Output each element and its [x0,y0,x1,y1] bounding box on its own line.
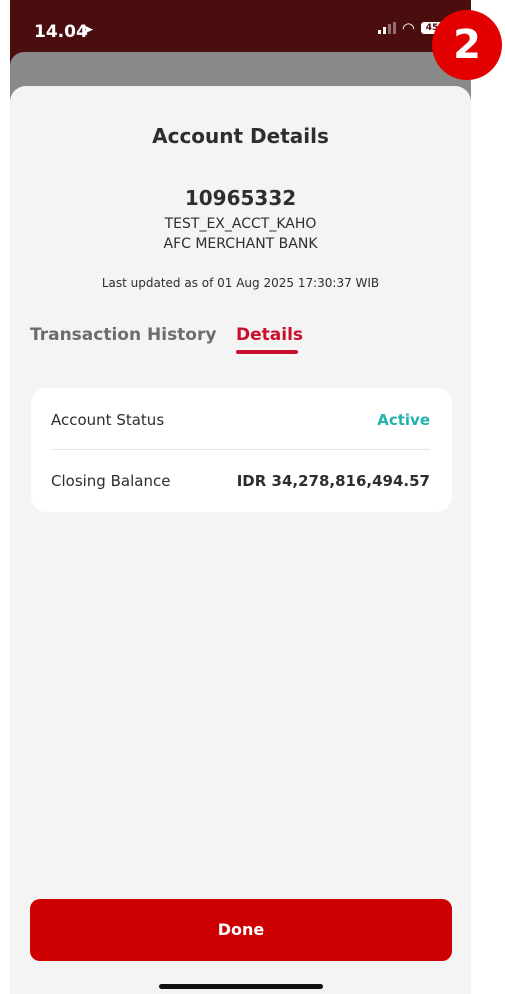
account-status-label: Account Status [51,411,165,429]
tab-details[interactable]: Details [236,325,303,345]
step-number-badge: 2 [432,10,502,80]
account-name: TEST_EX_ACCT_KAHO [164,216,317,232]
details-card: Account Status Active Closing Balance ID… [31,388,452,512]
home-indicator[interactable] [159,984,323,989]
last-updated: Last updated as of 01 Aug 2025 17:30:37 … [101,276,380,290]
account-status-value: Active [377,411,430,429]
tab-transaction-history[interactable]: Transaction History [30,325,216,345]
bank-name: AFC MERCHANT BANK [163,236,318,252]
wifi-icon: ◠ [401,19,415,37]
active-tab-indicator [236,350,298,354]
account-number: 10965332 [184,186,297,210]
phone-screen: 14.04 ➤ ◠ 45 Account Details 10965332 TE… [10,0,471,994]
status-time: 14.04 [34,22,88,42]
done-button[interactable]: Done [30,899,452,961]
divider [51,449,430,450]
closing-balance-value: IDR 34,278,816,494.57 [236,472,430,490]
status-bar: 14.04 ➤ ◠ 45 [10,0,471,54]
signal-icon [377,22,396,34]
closing-balance-label: Closing Balance [51,472,171,490]
location-arrow-icon: ➤ [82,22,94,38]
page-title: Account Details [152,124,329,148]
